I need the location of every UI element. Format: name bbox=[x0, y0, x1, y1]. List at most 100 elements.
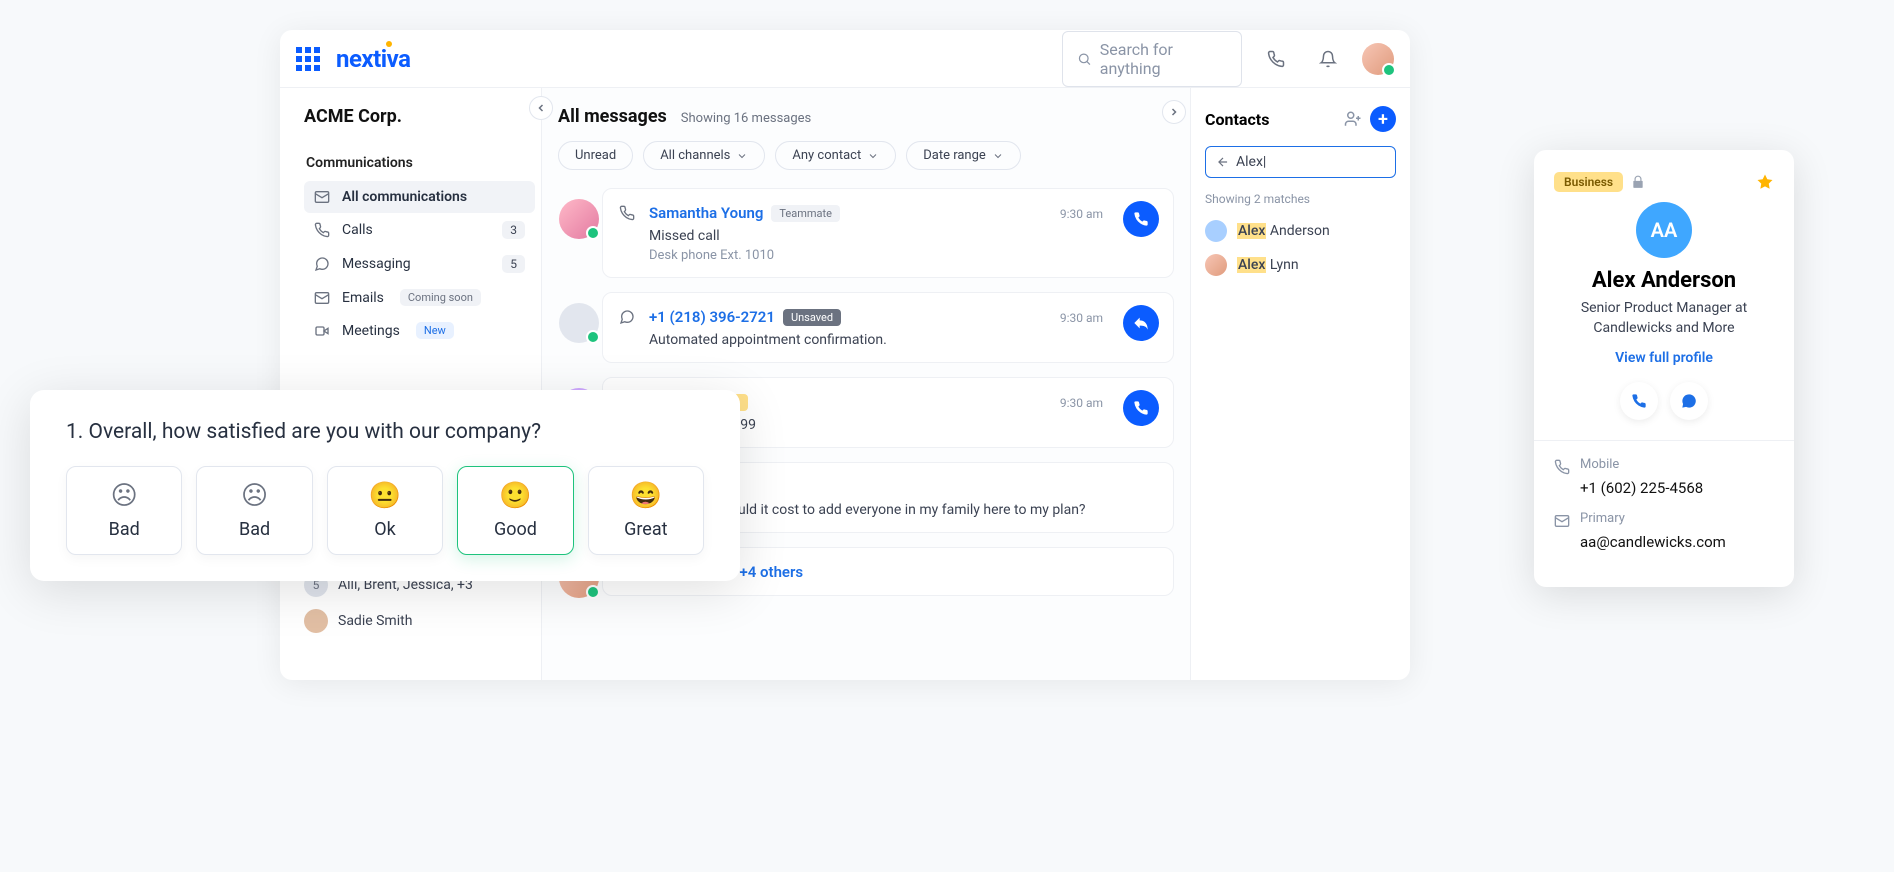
option-label: Bad bbox=[75, 519, 173, 540]
lock-icon bbox=[1631, 175, 1645, 189]
logo: nextiva bbox=[336, 45, 410, 73]
sidebar-item[interactable]: All communications bbox=[304, 181, 535, 213]
message-avatar bbox=[559, 303, 599, 343]
message-item[interactable]: +1 (218) 396-2721 Unsaved Automated appoin… bbox=[602, 292, 1174, 363]
primary-field: Primary bbox=[1554, 511, 1774, 529]
card-header: Business bbox=[1554, 172, 1774, 192]
contact-avatar: AA bbox=[1636, 202, 1692, 258]
message-sender: Samantha Young bbox=[649, 204, 763, 222]
teammate-item[interactable]: Sadie Smith bbox=[304, 603, 535, 639]
contacts-header: Contacts + bbox=[1205, 106, 1396, 132]
business-chip: Business bbox=[1554, 172, 1623, 192]
add-button[interactable]: + bbox=[1370, 106, 1396, 132]
add-contact-icon[interactable] bbox=[1344, 110, 1362, 128]
contacts-title: Contacts bbox=[1205, 110, 1336, 129]
option-label: Great bbox=[597, 519, 695, 540]
contact-name: Alex Anderson bbox=[1554, 268, 1774, 293]
contacts-search-input[interactable]: Alex| bbox=[1205, 146, 1396, 178]
message-text: Automated appointment confirmation. bbox=[649, 332, 1113, 348]
sidebar-item[interactable]: Emails Coming soon bbox=[304, 281, 535, 314]
apps-grid-icon[interactable] bbox=[296, 47, 320, 71]
showing-count: Showing 16 messages bbox=[681, 111, 811, 126]
survey-options: ☹Bad☹Bad😐Ok🙂Good😄Great bbox=[66, 466, 704, 555]
nav-icon bbox=[314, 323, 332, 339]
survey-card: 1. Overall, how satisfied are you with o… bbox=[30, 390, 740, 581]
nav-label: Messaging bbox=[342, 256, 411, 272]
teammate-avatar bbox=[304, 609, 328, 633]
page-title: All messages bbox=[558, 106, 667, 127]
chevron-down-icon bbox=[736, 150, 748, 162]
survey-option[interactable]: 🙂Good bbox=[457, 466, 573, 555]
sidebar-item[interactable]: Meetings New bbox=[304, 314, 535, 347]
message-item[interactable]: Samantha YoungTeammateMissed callDesk ph… bbox=[602, 188, 1174, 278]
search-icon bbox=[1077, 51, 1092, 67]
sidebar-item[interactable]: Messaging 5 bbox=[304, 247, 535, 281]
chevron-down-icon bbox=[867, 150, 879, 162]
bell-icon[interactable] bbox=[1310, 41, 1346, 77]
contact-match[interactable]: Alex Lynn bbox=[1205, 248, 1396, 282]
teammate-name: Sadie Smith bbox=[338, 613, 412, 629]
contacts-panel: Contacts + Alex| Showing 2 matches Alex … bbox=[1190, 88, 1410, 680]
face-icon: 🙂 bbox=[466, 481, 564, 511]
app-body: ACME Corp. Communications All communicat… bbox=[280, 88, 1410, 680]
mobile-value: +1 (602) 225-4568 bbox=[1580, 479, 1774, 497]
match-name: Alex Lynn bbox=[1237, 257, 1299, 273]
message-button[interactable] bbox=[1670, 382, 1708, 420]
view-profile-link[interactable]: View full profile bbox=[1554, 350, 1774, 366]
message-action-button[interactable] bbox=[1123, 390, 1159, 426]
sidebar-nav: All communications Calls3 Messaging 5 Emails… bbox=[304, 181, 535, 347]
matches-label: Showing 2 matches bbox=[1205, 192, 1396, 206]
app-window: nextiva Search for anything ACME Corp. C… bbox=[280, 30, 1410, 680]
message-sender: +1 (218) 396-2721 bbox=[649, 308, 775, 326]
contact-role: Senior Product Manager at Candlewicks an… bbox=[1554, 299, 1774, 338]
nav-label: Emails bbox=[342, 290, 384, 306]
face-icon: ☹ bbox=[205, 481, 303, 511]
contact-actions bbox=[1554, 382, 1774, 420]
collapse-sidebar-button[interactable] bbox=[529, 96, 553, 120]
count-badge: 5 bbox=[502, 255, 525, 273]
option-label: Ok bbox=[336, 519, 434, 540]
filter-channels[interactable]: All channels bbox=[643, 141, 765, 170]
message-action-button[interactable] bbox=[1123, 305, 1159, 341]
filter-date[interactable]: Date range bbox=[906, 141, 1021, 170]
star-icon[interactable] bbox=[1756, 173, 1774, 191]
survey-option[interactable]: ☹Bad bbox=[66, 466, 182, 555]
sidebar-item[interactable]: Calls3 bbox=[304, 213, 535, 247]
primary-label: Primary bbox=[1580, 511, 1625, 526]
match-avatar bbox=[1205, 220, 1227, 242]
contact-match[interactable]: Alex Anderson bbox=[1205, 214, 1396, 248]
search-input[interactable]: Search for anything bbox=[1062, 31, 1242, 87]
count-badge: 3 bbox=[502, 221, 525, 239]
chevron-down-icon bbox=[992, 150, 1004, 162]
message-type-icon bbox=[619, 203, 635, 263]
new-badge: New bbox=[416, 322, 454, 339]
message-tag: Unsaved bbox=[783, 309, 841, 326]
message-action-button[interactable] bbox=[1123, 201, 1159, 237]
survey-option[interactable]: ☹Bad bbox=[196, 466, 312, 555]
avatar[interactable] bbox=[1362, 43, 1394, 75]
nav-label: All communications bbox=[342, 189, 467, 205]
coming-soon-badge: Coming soon bbox=[400, 289, 481, 306]
message-subtext: Desk phone Ext. 1010 bbox=[649, 248, 1113, 263]
message-text: Missed call bbox=[649, 228, 1113, 244]
match-avatar bbox=[1205, 254, 1227, 276]
expand-contacts-button[interactable] bbox=[1162, 100, 1186, 124]
filter-chips: Unread All channels Any contact Date ran… bbox=[558, 141, 1174, 170]
main-header: All messages Showing 16 messages bbox=[558, 106, 1174, 127]
message-time: 9:30 am bbox=[1060, 207, 1103, 221]
filter-unread[interactable]: Unread bbox=[558, 141, 633, 170]
logo-text: nextiva bbox=[336, 45, 410, 73]
nav-icon bbox=[314, 290, 332, 306]
phone-icon[interactable] bbox=[1258, 41, 1294, 77]
filter-contact[interactable]: Any contact bbox=[775, 141, 896, 170]
call-button[interactable] bbox=[1620, 382, 1658, 420]
nav-icon bbox=[314, 189, 332, 205]
contacts-search-value: Alex| bbox=[1236, 154, 1266, 170]
survey-option[interactable]: 😐 Ok bbox=[327, 466, 443, 555]
nav-label: Meetings bbox=[342, 323, 400, 339]
survey-option[interactable]: 😄Great bbox=[588, 466, 704, 555]
mail-icon bbox=[1554, 511, 1570, 529]
face-icon: 😐 bbox=[336, 481, 434, 511]
sidebar-section-title: Communications bbox=[306, 155, 535, 171]
mobile-label: Mobile bbox=[1580, 457, 1619, 472]
